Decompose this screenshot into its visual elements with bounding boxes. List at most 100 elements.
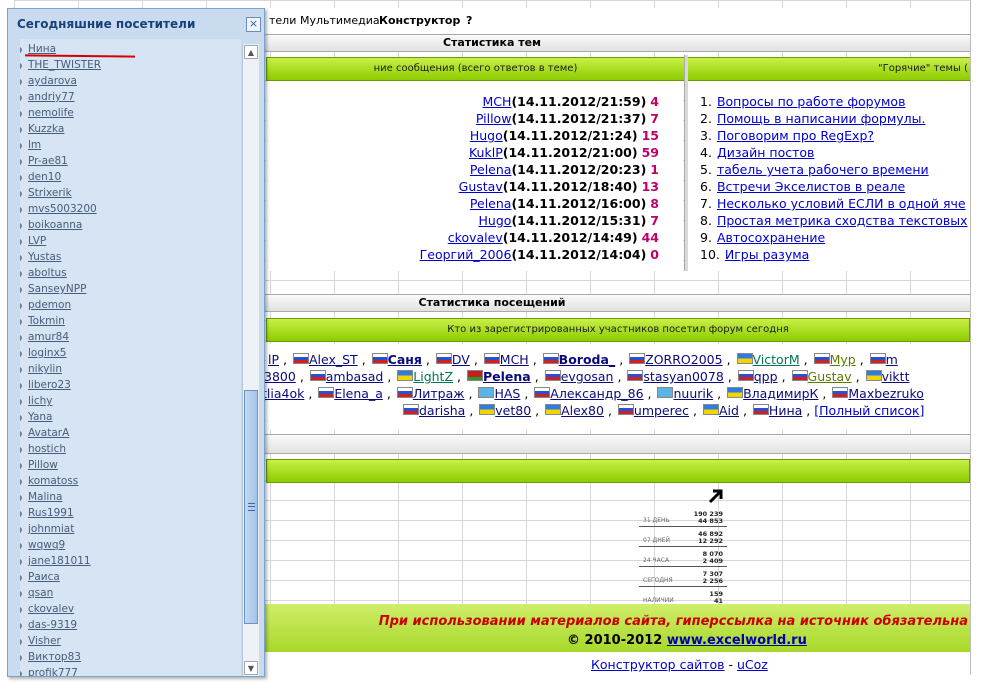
hot-topic-link[interactable]: табель учета рабочего времени	[717, 162, 929, 177]
visitor-link[interactable]: VictorM	[753, 352, 800, 367]
visitor-link[interactable]: LightZ	[413, 369, 453, 384]
visitor-list-item[interactable]: Pr-ae81	[20, 155, 68, 167]
visitor-link[interactable]: Pelena	[483, 369, 531, 384]
scroll-thumb[interactable]	[244, 390, 258, 624]
hot-topic-link[interactable]: Помощь в написании формулы.	[717, 111, 926, 126]
post-author-link[interactable]: Hugo	[470, 128, 503, 143]
visitor-list-item[interactable]: johnmiat	[20, 523, 74, 535]
menu-item-help[interactable]: ?	[466, 14, 472, 27]
visitor-list-item[interactable]: libero23	[20, 379, 71, 391]
visitor-list-item[interactable]: Yana	[20, 411, 53, 423]
hot-topic-link[interactable]: Несколько условий ЕСЛИ в одной яче	[717, 196, 966, 211]
close-icon[interactable]: ×	[246, 17, 261, 32]
visitor-link[interactable]: stasyan0078	[643, 369, 723, 384]
hot-topic-link[interactable]: Игры разума	[725, 247, 809, 262]
visitor-list-item[interactable]: SanseyNPP	[20, 283, 86, 295]
visitor-link[interactable]: Литраж	[413, 386, 465, 401]
visitor-link[interactable]: Boroda_	[559, 352, 616, 367]
visitor-link[interactable]: Alex80	[561, 403, 604, 418]
post-author-link[interactable]: Pelena	[470, 196, 512, 211]
post-author-link[interactable]: Hugo	[479, 213, 512, 228]
hot-topic-link[interactable]: Встречи Экселистов в реале	[717, 179, 905, 194]
visitor-link[interactable]: viktt	[882, 369, 910, 384]
visitor-list-item[interactable]: den10	[20, 171, 61, 183]
visitor-list-item[interactable]: nikylin	[20, 363, 62, 375]
post-author-link[interactable]: KuklP	[469, 145, 503, 160]
visitor-link[interactable]: darisha	[419, 403, 465, 418]
visitor-list-item[interactable]: Visher	[20, 635, 61, 647]
post-author-link[interactable]: Gustav	[459, 179, 503, 194]
post-author-link[interactable]: МСН	[483, 94, 512, 109]
visitor-list-item[interactable]: LVP	[20, 235, 46, 247]
visitor-list-item[interactable]: aboltus	[20, 267, 67, 279]
visitor-list-item[interactable]: lm	[20, 139, 41, 151]
visitor-list-item[interactable]: Раиса	[20, 571, 60, 583]
visitor-list-item[interactable]: loginx5	[20, 347, 66, 359]
visitor-list-item[interactable]: Нина	[20, 43, 56, 55]
visitor-list-item[interactable]: lichy	[20, 395, 52, 407]
ucoz-link[interactable]: uCoz	[737, 657, 768, 672]
visitor-link[interactable]: ambasad	[326, 369, 384, 384]
visitor-list-item[interactable]: THE_TWISTER	[20, 59, 101, 71]
visitor-list-item[interactable]: das-9319	[20, 619, 77, 631]
visitor-link[interactable]: Мур	[830, 352, 856, 367]
visitor-link[interactable]: 3800	[264, 369, 296, 384]
hot-topic-link[interactable]: Автосохранение	[717, 230, 825, 245]
post-author-link[interactable]: ckovalev	[448, 230, 503, 245]
visitor-link[interactable]: Саня	[388, 352, 422, 367]
visitor-link[interactable]: DV	[452, 352, 470, 367]
visitor-list-item[interactable]: qsan	[20, 587, 53, 599]
visitor-list-item[interactable]: pdemon	[20, 299, 71, 311]
visitor-link[interactable]: Elena_a	[334, 386, 383, 401]
visitor-link[interactable]: ВладимирК	[743, 386, 818, 401]
visitor-link[interactable]: umperec	[634, 403, 689, 418]
visitor-list-item[interactable]: Виктор83	[20, 651, 81, 663]
visitor-link[interactable]: Alex_ST	[309, 352, 358, 367]
post-author-link[interactable]: Pillow	[476, 111, 512, 126]
scroll-down-icon[interactable]: ▼	[244, 661, 258, 675]
visitor-list-item[interactable]: Strixerik	[20, 187, 72, 199]
visitor-list-item[interactable]: AvatarA	[20, 427, 69, 439]
visitor-list-item[interactable]: komatoss	[20, 475, 78, 487]
visitor-list-item[interactable]: Kuzzka	[20, 123, 64, 135]
visitor-link[interactable]: m	[886, 352, 898, 367]
visitor-list-item[interactable]: wqwq9	[20, 539, 65, 551]
visitor-list-item[interactable]: profik777	[20, 667, 78, 676]
visitor-list-item[interactable]: boikoanna	[20, 219, 82, 231]
visitor-link[interactable]: ZORRO2005	[645, 352, 722, 367]
visitor-list-item[interactable]: hostich	[20, 443, 66, 455]
visitor-list-item[interactable]: Malina	[20, 491, 62, 503]
visitor-list-item[interactable]: ckovalev	[20, 603, 74, 615]
constructor-link[interactable]: Конструктор сайтов	[591, 657, 725, 672]
visitor-list-item[interactable]: aydarova	[20, 75, 77, 87]
visitor-link[interactable]: HAS	[494, 386, 520, 401]
visitor-link[interactable]: evgosan	[561, 369, 614, 384]
visitor-link[interactable]: vet80	[495, 403, 531, 418]
menu-item-multimedia[interactable]: Мультимедиа	[300, 14, 380, 27]
visitor-link[interactable]: Александр_86	[550, 386, 643, 401]
visitor-list-item[interactable]: Yustas	[20, 251, 61, 263]
visitor-link[interactable]: nuurik	[673, 386, 713, 401]
hot-topic-link[interactable]: Вопросы по работе форумов	[717, 94, 906, 109]
panel-scrollbar[interactable]: ▲ ▼	[242, 44, 259, 676]
visitor-list-item[interactable]: Tokmin	[20, 315, 65, 327]
visitor-list-item[interactable]: mvs5003200	[20, 203, 97, 215]
visitor-link[interactable]: МСН	[500, 352, 529, 367]
hot-topic-link[interactable]: Поговорим про RegExp?	[717, 128, 874, 143]
menu-item-constructor[interactable]: Конструктор	[379, 14, 460, 27]
post-author-link[interactable]: Pelena	[470, 162, 512, 177]
visitor-link[interactable]: lP	[268, 352, 279, 367]
visitor-link[interactable]: tlia4ok	[262, 386, 304, 401]
hot-topic-link[interactable]: Простая метрика сходства текстовых	[717, 213, 968, 228]
visitor-list-item[interactable]: Pillow	[20, 459, 58, 471]
visitor-list-item[interactable]: andriy77	[20, 91, 75, 103]
visitor-link[interactable]: Maxbezruko	[848, 386, 924, 401]
visitor-link[interactable]: qpp	[754, 369, 778, 384]
visitor-list-item[interactable]: jane181011	[20, 555, 91, 567]
visitor-list-item[interactable]: Rus1991	[20, 507, 74, 519]
scroll-up-icon[interactable]: ▲	[244, 45, 258, 59]
menu-item-partial[interactable]: тели	[269, 14, 296, 27]
post-author-link[interactable]: Георгий_2006	[420, 247, 512, 262]
full-list-link[interactable]: [Полный список]	[814, 403, 924, 418]
visitor-list-item[interactable]: amur84	[20, 331, 69, 343]
